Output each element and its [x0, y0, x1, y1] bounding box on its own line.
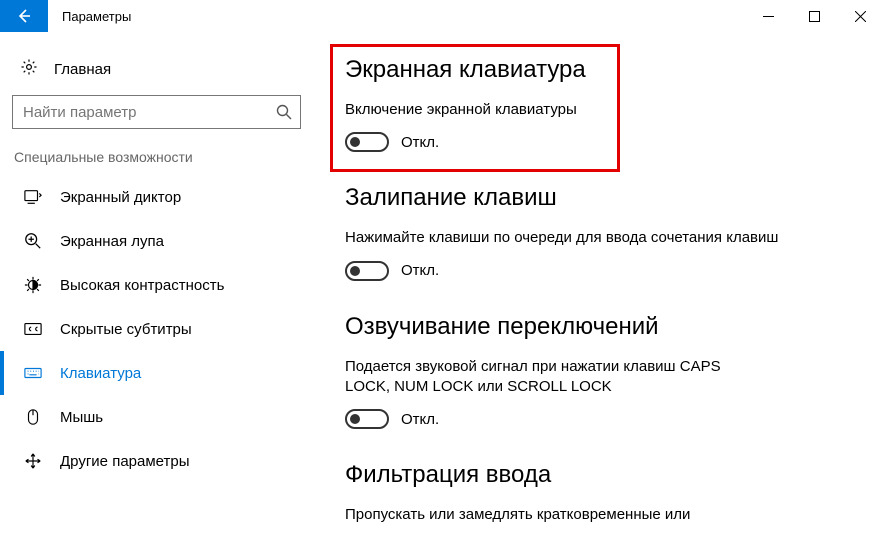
sidebar-item-label: Другие параметры — [60, 453, 190, 470]
sidebar-item-label: Мышь — [60, 409, 103, 426]
sidebar-item-label: Экранная лупа — [60, 233, 164, 250]
arrows-icon — [24, 452, 42, 470]
sidebar-item-label: Скрытые субтитры — [60, 321, 192, 338]
close-icon — [855, 11, 866, 22]
section-filter-keys: Фильтрация ввода Пропускать или замедлят… — [345, 461, 859, 525]
window-title: Параметры — [48, 0, 145, 32]
back-button[interactable] — [0, 0, 48, 32]
narrator-icon — [24, 188, 42, 206]
content-pane[interactable]: Экранная клавиатура Включение экранной к… — [313, 32, 883, 557]
toggle-state-label: Откл. — [401, 411, 439, 428]
keyboard-icon — [24, 364, 42, 382]
search-input[interactable] — [23, 104, 276, 121]
sidebar-item-magnifier[interactable]: Экранная лупа — [0, 219, 313, 263]
search-icon — [276, 104, 292, 120]
gear-icon — [20, 58, 38, 81]
sidebar-item-narrator[interactable]: Экранный диктор — [0, 175, 313, 219]
search-input-container[interactable] — [12, 95, 301, 129]
contrast-icon — [24, 276, 42, 294]
sidebar-item-label: Клавиатура — [60, 365, 141, 382]
toggle-knob — [350, 137, 360, 147]
sidebar-item-label: Экранный диктор — [60, 189, 181, 206]
section-onscreen-keyboard: Экранная клавиатура Включение экранной к… — [345, 56, 859, 152]
section-desc: Подается звуковой сигнал при нажатии кла… — [345, 357, 765, 398]
category-heading: Специальные возможности — [0, 147, 313, 175]
toggle-state-label: Откл. — [401, 262, 439, 279]
home-label: Главная — [54, 61, 111, 78]
section-desc: Включение экранной клавиатуры — [345, 100, 859, 120]
section-heading: Озвучивание переключений — [345, 313, 859, 341]
sidebar: Главная Специальные возможности Экранный… — [0, 32, 313, 557]
home-nav[interactable]: Главная — [0, 50, 313, 95]
minimize-icon — [763, 11, 774, 22]
section-heading: Залипание клавиш — [345, 184, 859, 212]
captions-icon — [24, 320, 42, 338]
titlebar-spacer — [145, 0, 745, 32]
toggle-state-label: Откл. — [401, 134, 439, 151]
sidebar-item-mouse[interactable]: Мышь — [0, 395, 313, 439]
section-sticky-keys: Залипание клавиш Нажимайте клавиши по оч… — [345, 184, 859, 280]
toggle-knob — [350, 266, 360, 276]
section-toggle-keys: Озвучивание переключений Подается звуков… — [345, 313, 859, 430]
toggle-onscreen-keyboard[interactable] — [345, 132, 389, 152]
section-heading: Фильтрация ввода — [345, 461, 859, 489]
toggle-sticky-keys[interactable] — [345, 261, 389, 281]
sidebar-item-high-contrast[interactable]: Высокая контрастность — [0, 263, 313, 307]
section-desc: Нажимайте клавиши по очереди для ввода с… — [345, 228, 859, 248]
section-desc: Пропускать или замедлять кратковременные… — [345, 505, 859, 525]
sidebar-item-other[interactable]: Другие параметры — [0, 439, 313, 483]
magnifier-plus-icon — [24, 232, 42, 250]
close-button[interactable] — [837, 0, 883, 32]
arrow-left-icon — [15, 7, 33, 25]
mouse-icon — [24, 408, 42, 426]
maximize-button[interactable] — [791, 0, 837, 32]
sidebar-item-label: Высокая контрастность — [60, 277, 224, 294]
maximize-icon — [809, 11, 820, 22]
sidebar-item-keyboard[interactable]: Клавиатура — [0, 351, 313, 395]
toggle-sound-keys[interactable] — [345, 409, 389, 429]
section-heading: Экранная клавиатура — [345, 56, 859, 84]
minimize-button[interactable] — [745, 0, 791, 32]
sidebar-item-closed-captions[interactable]: Скрытые субтитры — [0, 307, 313, 351]
toggle-knob — [350, 414, 360, 424]
